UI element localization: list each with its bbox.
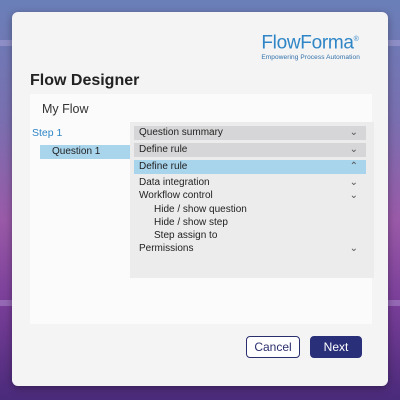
brand-trademark: ®	[353, 36, 359, 43]
section-label: Define rule	[139, 144, 188, 155]
cancel-button[interactable]: Cancel	[246, 336, 300, 358]
hide-show-question-item[interactable]: Hide / show question	[154, 204, 247, 216]
item-label: Permissions	[139, 243, 194, 254]
section-label: Define rule	[139, 161, 188, 172]
permissions-item[interactable]: Permissions ⌄	[134, 242, 366, 256]
data-integration-item[interactable]: Data integration ⌄	[134, 176, 366, 190]
brand-name: FlowForma	[261, 32, 354, 54]
chevron-up-icon: ⌃	[349, 161, 358, 172]
chevron-down-icon: ⌄	[349, 127, 358, 138]
brand-logo: FlowForma® Empowering Process Automation	[261, 30, 360, 62]
step-assign-to-item[interactable]: Step assign to	[154, 230, 217, 242]
question-summary-section[interactable]: Question summary ⌄	[134, 126, 366, 140]
define-rule-section-expanded[interactable]: Define rule ⌃	[134, 160, 366, 174]
step-item[interactable]: Step 1	[32, 127, 62, 139]
flow-designer-dialog: FlowForma® Empowering Process Automation…	[12, 12, 388, 386]
item-label: Workflow control	[139, 190, 213, 201]
question-item[interactable]: Question 1	[40, 145, 132, 159]
chevron-down-icon: ⌄	[349, 243, 358, 254]
workflow-control-item[interactable]: Workflow control ⌄	[134, 189, 366, 203]
hide-show-step-item[interactable]: Hide / show step	[154, 217, 228, 229]
chevron-down-icon: ⌄	[349, 144, 358, 155]
designer-panel: My Flow Step 1 Question 1 Question summa…	[30, 94, 374, 324]
page-title: Flow Designer	[30, 72, 140, 89]
question-settings: Question summary ⌄ Define rule ⌄ Define …	[130, 122, 374, 278]
define-rule-section[interactable]: Define rule ⌄	[134, 143, 366, 157]
flow-name: My Flow	[42, 102, 89, 116]
section-label: Question summary	[139, 127, 223, 138]
chevron-down-icon: ⌄	[349, 177, 358, 188]
next-button[interactable]: Next	[310, 336, 362, 358]
brand-tagline: Empowering Process Automation	[261, 54, 360, 62]
item-label: Data integration	[139, 177, 210, 188]
chevron-down-icon: ⌄	[349, 190, 358, 201]
